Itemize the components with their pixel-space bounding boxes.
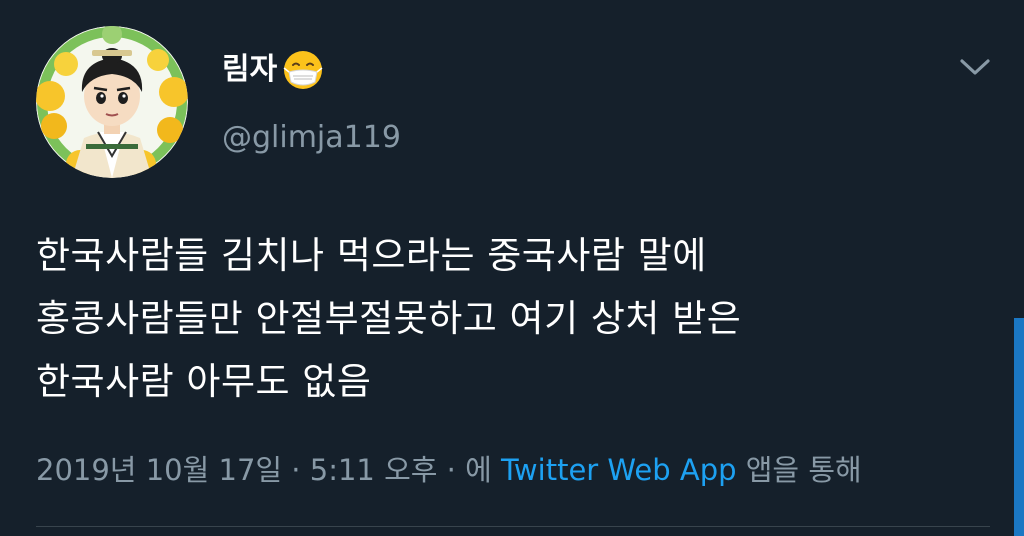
tweet-card: 림자 @glimja119 한국사람들 김치나 먹으라는 중국사람 말에 홍콩사… [0,0,1024,536]
tweet-metadata: 2019년 10월 17일 · 5:11 오후 · 에 Twitter Web … [36,448,862,492]
display-name[interactable]: 림자 [222,50,277,90]
meta-separator: · [282,453,310,487]
tweet-menu-button[interactable] [958,52,992,82]
divider [36,526,990,527]
source-app-link[interactable]: Twitter Web App [501,453,737,487]
meta-separator: · [437,453,466,487]
tweet-text: 한국사람들 김치나 먹으라는 중국사람 말에 홍콩사람들만 안절부절못하고 여기… [36,224,976,413]
tweet-text-line: 홍콩사람들만 안절부절못하고 여기 상처 받은 [36,297,742,340]
author-name-row[interactable]: 림자 [222,48,325,92]
scrollbar-thumb[interactable] [1014,318,1024,536]
author-handle[interactable]: @glimja119 [222,118,401,158]
avatar-icon [36,26,188,178]
tweet-text-line: 한국사람 아무도 없음 [36,360,372,403]
tweet-time[interactable]: 5:11 오후 [310,453,438,487]
tweet-text-line: 한국사람들 김치나 먹으라는 중국사람 말에 [36,234,707,277]
medical-mask-icon [283,51,323,89]
avatar[interactable] [36,26,188,178]
via-prefix: 에 [465,453,502,487]
tweet-date[interactable]: 2019년 10월 17일 [36,453,282,487]
chevron-down-icon [960,59,990,75]
via-suffix: 앱을 통해 [736,453,862,487]
